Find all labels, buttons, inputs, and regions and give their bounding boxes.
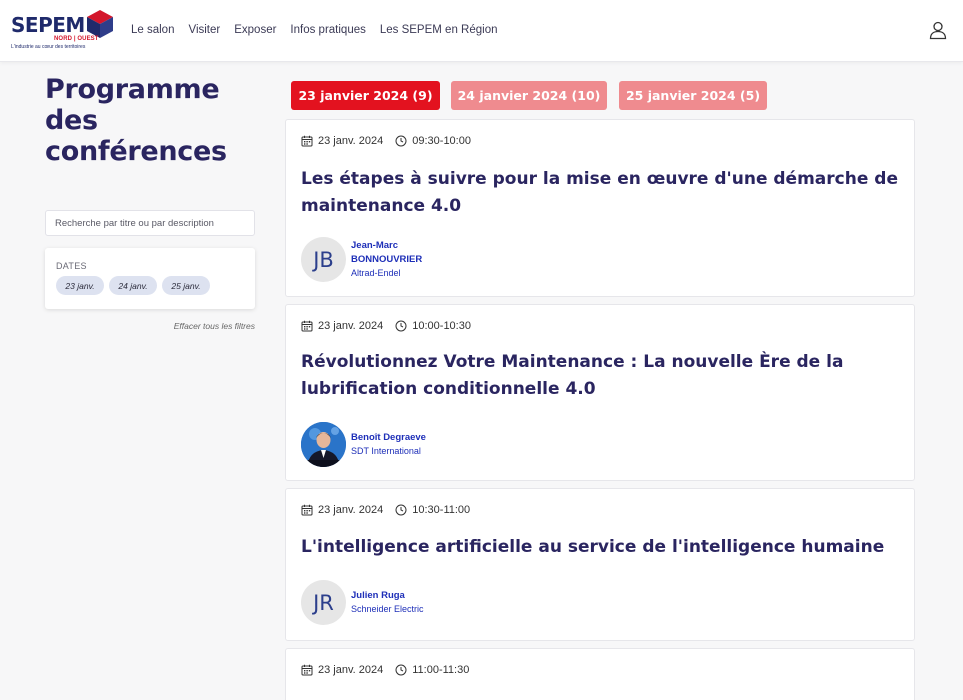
nav-item-visiter[interactable]: Visiter <box>188 24 220 36</box>
calendar-icon <box>301 320 313 332</box>
chip-25-janv[interactable]: 25 janv. <box>162 276 210 295</box>
speaker-name[interactable]: Benoît Degraeve <box>351 431 426 445</box>
clock-icon <box>395 320 407 332</box>
nav-item-le-salon[interactable]: Le salon <box>131 24 174 36</box>
conference-time: 09:30-10:00 <box>412 135 471 147</box>
logo-region: NORD | OUEST <box>54 36 99 42</box>
tab-25-janvier[interactable]: 25 janvier 2024 (5) <box>619 81 767 110</box>
conference-meta: 23 janv. 2024 10:30-11:00 <box>301 504 470 516</box>
date-filter-panel: DATES 23 janv. 24 janv. 25 janv. <box>45 248 255 309</box>
avatar: JR <box>301 580 346 625</box>
conference-meta: 23 janv. 2024 11:00-11:30 <box>301 664 469 676</box>
conference-title[interactable]: L'intelligence artificielle au service d… <box>301 534 901 561</box>
user-icon[interactable] <box>928 20 948 40</box>
nav-item-exposer[interactable]: Exposer <box>234 24 276 36</box>
avatar-photo <box>301 422 346 467</box>
conference-time: 11:00-11:30 <box>412 664 470 676</box>
page-title: Programme des conférences <box>45 74 227 167</box>
speaker-info: Julien Ruga Schneider Electric <box>351 589 424 616</box>
conference-date: 23 janv. 2024 <box>318 664 384 676</box>
speaker-info: Jean-Marc BONNOUVRIER Altrad-Endel <box>351 239 431 280</box>
main-nav: Le salon Visiter Exposer Infos pratiques… <box>131 24 497 36</box>
conference-card[interactable]: 23 janv. 2024 10:00-10:30 Révolutionnez … <box>285 304 915 481</box>
logo-cube-icon <box>87 10 113 38</box>
speaker-company: SDT International <box>351 446 421 456</box>
search-input[interactable] <box>45 210 255 236</box>
conference-card[interactable]: 23 janv. 2024 10:30-11:00 L'intelligence… <box>285 488 915 641</box>
conference-time: 10:30-11:00 <box>412 504 471 516</box>
chip-24-janv[interactable]: 24 janv. <box>109 276 157 295</box>
nav-item-sepem-en-region[interactable]: Les SEPEM en Région <box>380 24 498 36</box>
speaker-name[interactable]: Julien Ruga <box>351 589 424 603</box>
speaker-info: Benoît Degraeve SDT International <box>351 431 426 458</box>
site-header: SEPEM NORD | OUEST L'industrie au cœur d… <box>0 0 963 62</box>
tab-23-janvier[interactable]: 23 janvier 2024 (9) <box>291 81 440 110</box>
conference-card[interactable]: 23 janv. 2024 11:00-11:30 <box>285 648 915 700</box>
clock-icon <box>395 664 407 676</box>
speaker-photo-icon <box>301 422 346 467</box>
logo-tagline: L'industrie au cœur des territoires <box>11 44 86 50</box>
speaker[interactable]: JB Jean-Marc BONNOUVRIER Altrad-Endel <box>301 237 431 282</box>
conference-date: 23 janv. 2024 <box>318 320 384 332</box>
conference-date: 23 janv. 2024 <box>318 504 384 516</box>
conference-title[interactable]: Révolutionnez Votre Maintenance : La nou… <box>301 349 901 403</box>
speaker-name[interactable]: Jean-Marc BONNOUVRIER <box>351 239 431 267</box>
nav-item-infos-pratiques[interactable]: Infos pratiques <box>290 24 365 36</box>
clear-filters-link[interactable]: Effacer tous les filtres <box>150 321 255 331</box>
speaker[interactable]: JR Julien Ruga Schneider Electric <box>301 580 424 625</box>
calendar-icon <box>301 664 313 676</box>
calendar-icon <box>301 135 313 147</box>
speaker-company: Schneider Electric <box>351 604 424 614</box>
conference-meta: 23 janv. 2024 09:30-10:00 <box>301 135 471 147</box>
speaker-company: Altrad-Endel <box>351 268 401 278</box>
filter-label-dates: DATES <box>56 261 87 271</box>
speaker[interactable]: Benoît Degraeve SDT International <box>301 422 426 467</box>
calendar-icon <box>301 504 313 516</box>
avatar: JB <box>301 237 346 282</box>
tab-24-janvier[interactable]: 24 janvier 2024 (10) <box>451 81 607 110</box>
conference-time: 10:00-10:30 <box>412 320 471 332</box>
sepem-logo[interactable]: SEPEM NORD | OUEST L'industrie au cœur d… <box>10 9 118 50</box>
logo-wordmark: SEPEM <box>11 13 85 37</box>
clock-icon <box>395 504 407 516</box>
clock-icon <box>395 135 407 147</box>
conference-date: 23 janv. 2024 <box>318 135 384 147</box>
conference-card[interactable]: 23 janv. 2024 09:30-10:00 Les étapes à s… <box>285 119 915 297</box>
conference-meta: 23 janv. 2024 10:00-10:30 <box>301 320 471 332</box>
conference-title[interactable]: Les étapes à suivre pour la mise en œuvr… <box>301 166 901 220</box>
chip-23-janv[interactable]: 23 janv. <box>56 276 104 295</box>
date-chips: 23 janv. 24 janv. 25 janv. <box>56 276 210 295</box>
